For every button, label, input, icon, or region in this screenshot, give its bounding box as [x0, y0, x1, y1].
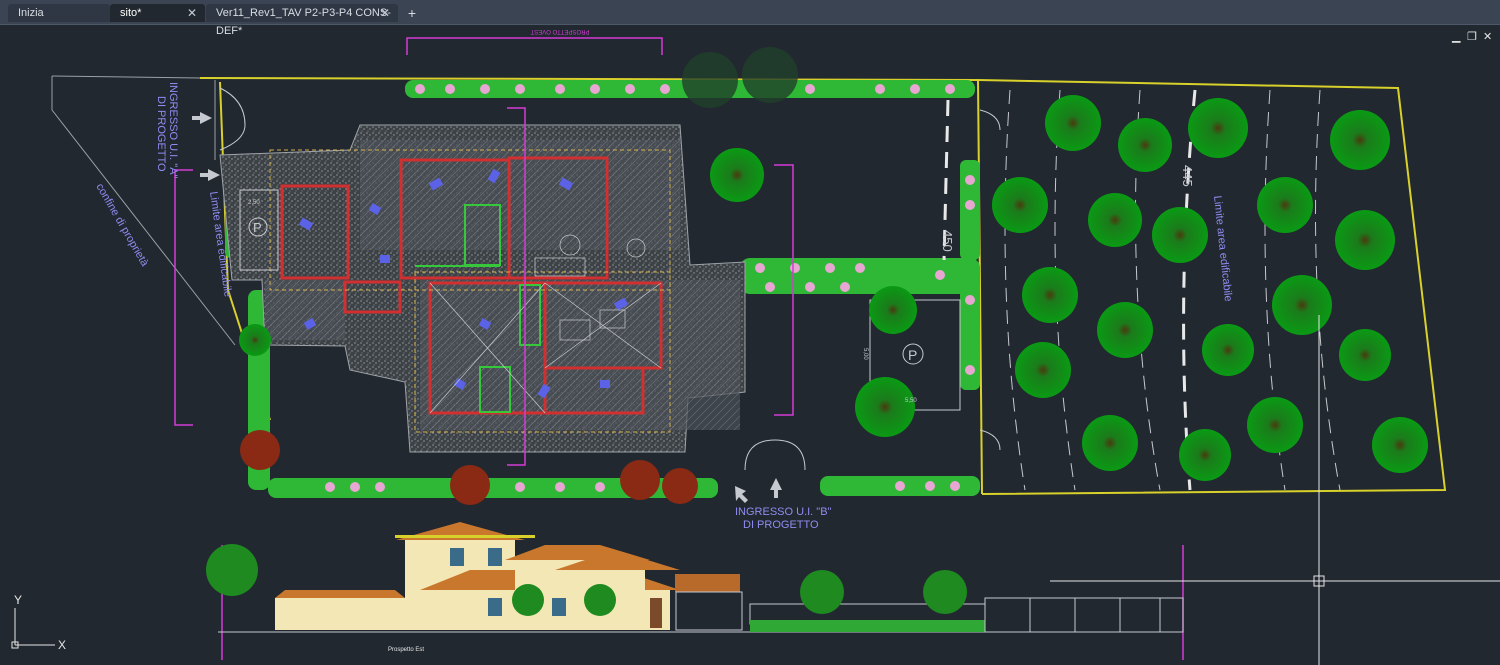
tab-inizia[interactable]: Inizia [8, 4, 110, 22]
dim-500: 5,00 [862, 348, 868, 360]
tab-ver11[interactable]: Ver11_Rev1_TAV P2-P3-P4 CONS-DEF* ✕ [206, 4, 398, 37]
entrance-b-label-line1: INGRESSO U.I. "B" [735, 506, 832, 518]
dashed-driveway [1182, 89, 1197, 491]
limit-area-right: Limite area edificabile [1211, 195, 1234, 302]
parking-symbol-left: P [253, 220, 262, 235]
close-icon[interactable]: ✕ [380, 4, 390, 22]
entrance-a-label-line2: DI PROGETTO [155, 96, 167, 172]
tab-sito[interactable]: sito* ✕ [110, 4, 205, 22]
property-line-grey [51, 75, 201, 79]
elevation-title: Prospetto Est [388, 647, 424, 653]
gravel-area [219, 124, 746, 453]
ucs-icon [11, 608, 55, 649]
ucs-y-label: Y [14, 593, 22, 607]
drawing-canvas[interactable]: P P PROSPETTO OVEST INGRESSO U.I. "A" DI… [0, 25, 1500, 665]
tab-label: Inizia [18, 7, 44, 19]
close-icon[interactable]: ✕ [187, 4, 197, 22]
dim-550: 5,50 [905, 398, 917, 404]
top-section-label: PROSPETTO OVEST [530, 28, 589, 34]
add-tab-icon[interactable]: + [405, 5, 419, 21]
dim-445: 445 [1180, 165, 1195, 187]
entrance-b-label-line2: DI PROGETTO [743, 519, 819, 531]
tab-label: sito* [120, 7, 142, 19]
elevation-drawing [206, 522, 1184, 633]
dim-250: 2,50 [248, 200, 260, 206]
dim-450: 450 [940, 230, 955, 252]
document-tab-bar: Inizia sito* ✕ Ver11_Rev1_TAV P2-P3-P4 C… [0, 0, 1500, 37]
entrance-a-label-line1: INGRESSO U.I. "A" [167, 82, 179, 179]
ucs-x-label: X [58, 638, 66, 652]
parking-symbol-right: P [908, 347, 917, 363]
